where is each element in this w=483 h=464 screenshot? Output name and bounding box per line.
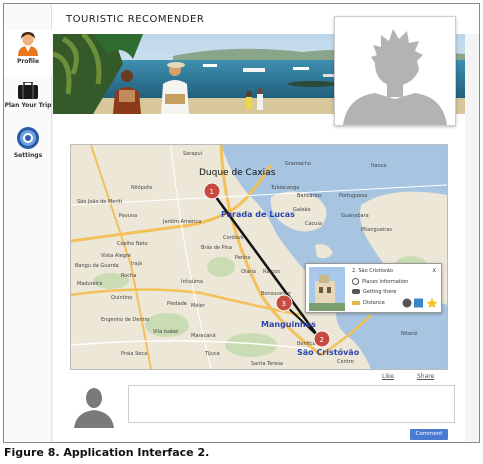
map-place-label: Niterói <box>401 330 418 337</box>
sidebar-item-label: Profile <box>16 58 40 65</box>
map-place-label: Brás de Pina <box>201 244 232 251</box>
map-place-label: Portuguesa <box>339 193 367 199</box>
map-place-label: Rocha <box>121 273 136 279</box>
map-marker-2[interactable]: 2 <box>313 330 331 348</box>
map-place-label: Maracanã <box>191 333 216 339</box>
map-place-label: Madureira <box>77 281 102 287</box>
map-place-label: Irajá <box>131 260 142 267</box>
help-icon <box>402 298 412 308</box>
map-place-label: Benfica <box>297 341 316 347</box>
settings-icon <box>17 127 39 149</box>
map-place-label: Ramos <box>263 269 280 275</box>
comment-button[interactable]: Comment <box>410 429 448 440</box>
popup-row-label: Places information <box>362 279 409 285</box>
comment-input[interactable] <box>128 385 455 423</box>
map-place-label: Inhaúma <box>181 278 203 285</box>
map-place-label: Manguinhos <box>261 320 316 329</box>
popup-row-label: Distance <box>363 300 385 306</box>
popup-row-label: Getting there <box>363 289 397 295</box>
map-place-label: Centro <box>337 359 354 365</box>
globe-icon <box>352 278 359 285</box>
popup-row-places[interactable]: Places information <box>352 278 408 285</box>
sidebar-item-label: Plan Your Trip <box>4 102 52 109</box>
map-place-label: Cordovil <box>223 235 244 241</box>
map-place-label: Itaoca <box>371 163 386 169</box>
map-place-label: Olaria <box>241 269 256 275</box>
car-icon <box>352 289 360 294</box>
map[interactable]: Sarapuí Gramacho São João de Meriti Niló… <box>70 144 448 370</box>
map-marker-3[interactable]: 3 <box>275 294 293 312</box>
image-icon <box>414 298 423 308</box>
map-place-label: Cacuia <box>305 221 322 227</box>
sidebar-item-label: Settings <box>13 152 43 159</box>
suitcase-icon <box>18 82 38 99</box>
map-place-label: Coelho Neto <box>117 241 148 247</box>
popup-title: 2. São Cristóvão <box>352 268 393 274</box>
map-marker-label: 1 <box>210 188 214 196</box>
map-marker-label: 3 <box>282 300 286 308</box>
map-place-label: Praia Seca <box>121 351 147 357</box>
map-place-label: Bangu da Guarda <box>75 263 119 269</box>
app-title: TOURISTIC RECOMENDER <box>66 14 205 25</box>
map-place-label: Pavuna <box>119 213 137 219</box>
share-link[interactable]: Share <box>417 373 434 380</box>
star-icon <box>426 298 438 308</box>
avatar <box>335 17 455 125</box>
map-place-label: Vista Alegre <box>101 253 131 259</box>
sidebar: Profile Plan Your Trip Settings <box>4 4 52 442</box>
map-place-label: Jardim América <box>162 218 201 225</box>
commenter-avatar <box>70 382 118 428</box>
map-place-label: Tijuca <box>204 351 220 357</box>
map-place-label: Tubiacanga <box>270 185 299 191</box>
map-place-label: Penha <box>235 255 250 261</box>
map-place-label: Galeão <box>293 207 311 213</box>
place-thumbnail <box>309 267 345 311</box>
place-info-popup: 2. São Cristóvão x Places information Ge… <box>305 263 442 313</box>
map-marker-1[interactable]: 1 <box>203 182 221 200</box>
popup-close-button[interactable]: x <box>432 267 436 274</box>
map-place-label: Piedade <box>167 301 187 307</box>
like-link[interactable]: Like <box>382 373 394 380</box>
profile-photo-card[interactable] <box>334 16 456 126</box>
map-place-label: Quintino <box>111 295 132 301</box>
map-marker-label: 2 <box>320 336 324 344</box>
map-place-label: Santa Teresa <box>251 361 283 367</box>
map-place-label: São Cristóvão <box>297 347 360 357</box>
user-icon <box>16 30 40 56</box>
map-place-label: Duque de Caxias <box>199 168 276 178</box>
map-place-label: Bancários <box>297 192 322 199</box>
map-place-label: Vila Isabel <box>153 329 179 335</box>
popup-action-icons[interactable] <box>401 297 439 309</box>
map-place-label: Guanabara <box>341 213 369 219</box>
sidebar-item-settings[interactable]: Settings <box>4 126 52 159</box>
map-place-label: Engenho de Dentro <box>101 317 149 323</box>
figure-caption: Figure 8. Application Interface 2. <box>4 446 210 459</box>
map-place-label: Gramacho <box>285 161 311 167</box>
sidebar-item-plan-trip[interactable]: Plan Your Trip <box>4 82 52 109</box>
map-place-label: Pitangueiras <box>361 227 392 233</box>
map-place-label: Méier <box>191 302 206 309</box>
map-place-label: Sarapuí <box>183 150 203 157</box>
sidebar-item-profile[interactable]: Profile <box>4 30 52 76</box>
popup-row-getting-there[interactable]: Getting there <box>352 289 396 295</box>
map-place-label: São João de Meriti <box>77 199 122 205</box>
app-window: Profile Plan Your Trip Settings TOURISTI… <box>3 3 480 443</box>
ruler-icon <box>352 300 360 305</box>
map-place-label: Nilópolis <box>131 184 153 191</box>
map-place-label: Parada de Lucas <box>221 210 295 219</box>
popup-row-distance[interactable]: Distance <box>352 300 385 306</box>
